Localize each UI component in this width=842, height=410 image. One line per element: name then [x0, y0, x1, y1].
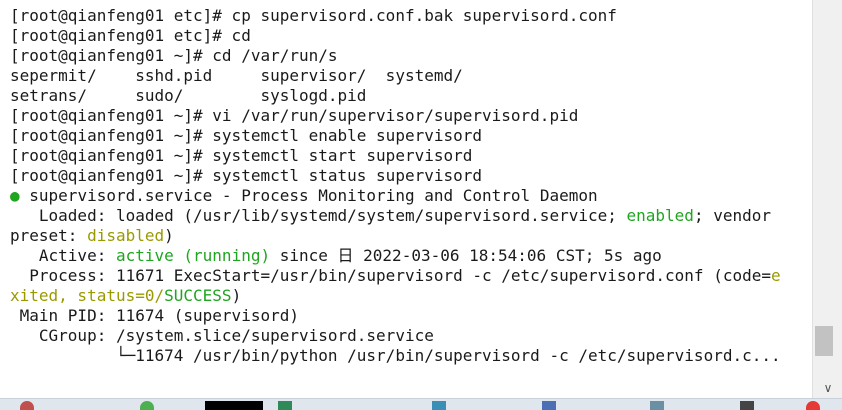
main-pid-line: Main PID: 11674 (supervisord)	[10, 306, 299, 325]
exited-label: xited, status=0/	[10, 286, 165, 305]
service-status-line: ● supervisord.service - Process Monitori…	[10, 186, 598, 206]
terminal-line: [root@qianfeng01 etc]# cp supervisord.co…	[10, 6, 617, 25]
disabled-state: disabled	[87, 226, 165, 245]
terminal-line: [root@qianfeng01 ~]# vi /var/run/supervi…	[10, 106, 579, 125]
cgroup-child-line: └─11674 /usr/bin/python /usr/bin/supervi…	[10, 346, 781, 365]
terminal-window[interactable]: [root@qianfeng01 etc]# cp supervisord.co…	[0, 0, 812, 398]
active-since: since 日 2022-03-06 18:54:06 CST; 5s ago	[270, 246, 662, 265]
preset-close: )	[164, 226, 174, 245]
active-line: Active: active (running) since 日 2022-03…	[10, 246, 662, 266]
active-state: active (running)	[115, 246, 271, 265]
vertical-scrollbar[interactable]: ∨	[812, 0, 842, 398]
exited-close: )	[231, 286, 242, 305]
terminal-line: sepermit/ sshd.pid supervisor/ systemd/	[10, 66, 463, 85]
scrollbar-thumb[interactable]	[815, 326, 833, 356]
exited-line: xited, status=0/SUCCESS)	[10, 286, 241, 306]
active-label: Active:	[10, 246, 116, 265]
process-label: Process: 11671 ExecStart=/usr/bin/superv…	[10, 266, 771, 285]
terminal-line: setrans/ sudo/ syslogd.pid	[10, 86, 367, 105]
chevron-down-icon[interactable]: ∨	[813, 378, 842, 398]
terminal-line: [root@qianfeng01 etc]# cd	[10, 26, 251, 45]
enabled-state: enabled	[626, 206, 694, 225]
terminal-line: [root@qianfeng01 ~]# cd /var/run/s	[10, 46, 338, 65]
chevron-up-icon[interactable]	[813, 0, 842, 20]
terminal-line: [root@qianfeng01 ~]# systemctl start sup…	[10, 146, 473, 165]
loaded-line: Loaded: loaded (/usr/lib/systemd/system/…	[10, 206, 771, 226]
terminal-line: [root@qianfeng01 ~]# systemctl status su…	[10, 166, 483, 185]
process-code-e: e	[771, 266, 781, 285]
status-bullet-icon: ●	[10, 186, 20, 205]
cgroup-line: CGroup: /system.slice/supervisord.servic…	[10, 326, 434, 345]
taskbar	[0, 398, 842, 410]
vendor-label: ; vendor	[693, 206, 771, 225]
service-title: supervisord.service - Process Monitoring…	[19, 186, 598, 205]
process-line: Process: 11671 ExecStart=/usr/bin/superv…	[10, 266, 781, 286]
preset-line: preset: disabled)	[10, 226, 174, 246]
loaded-label: Loaded: loaded (/usr/lib/systemd/system/…	[10, 206, 627, 225]
preset-label: preset:	[10, 226, 88, 245]
terminal-line: [root@qianfeng01 ~]# systemctl enable su…	[10, 126, 483, 145]
success-state: SUCCESS	[164, 286, 232, 305]
